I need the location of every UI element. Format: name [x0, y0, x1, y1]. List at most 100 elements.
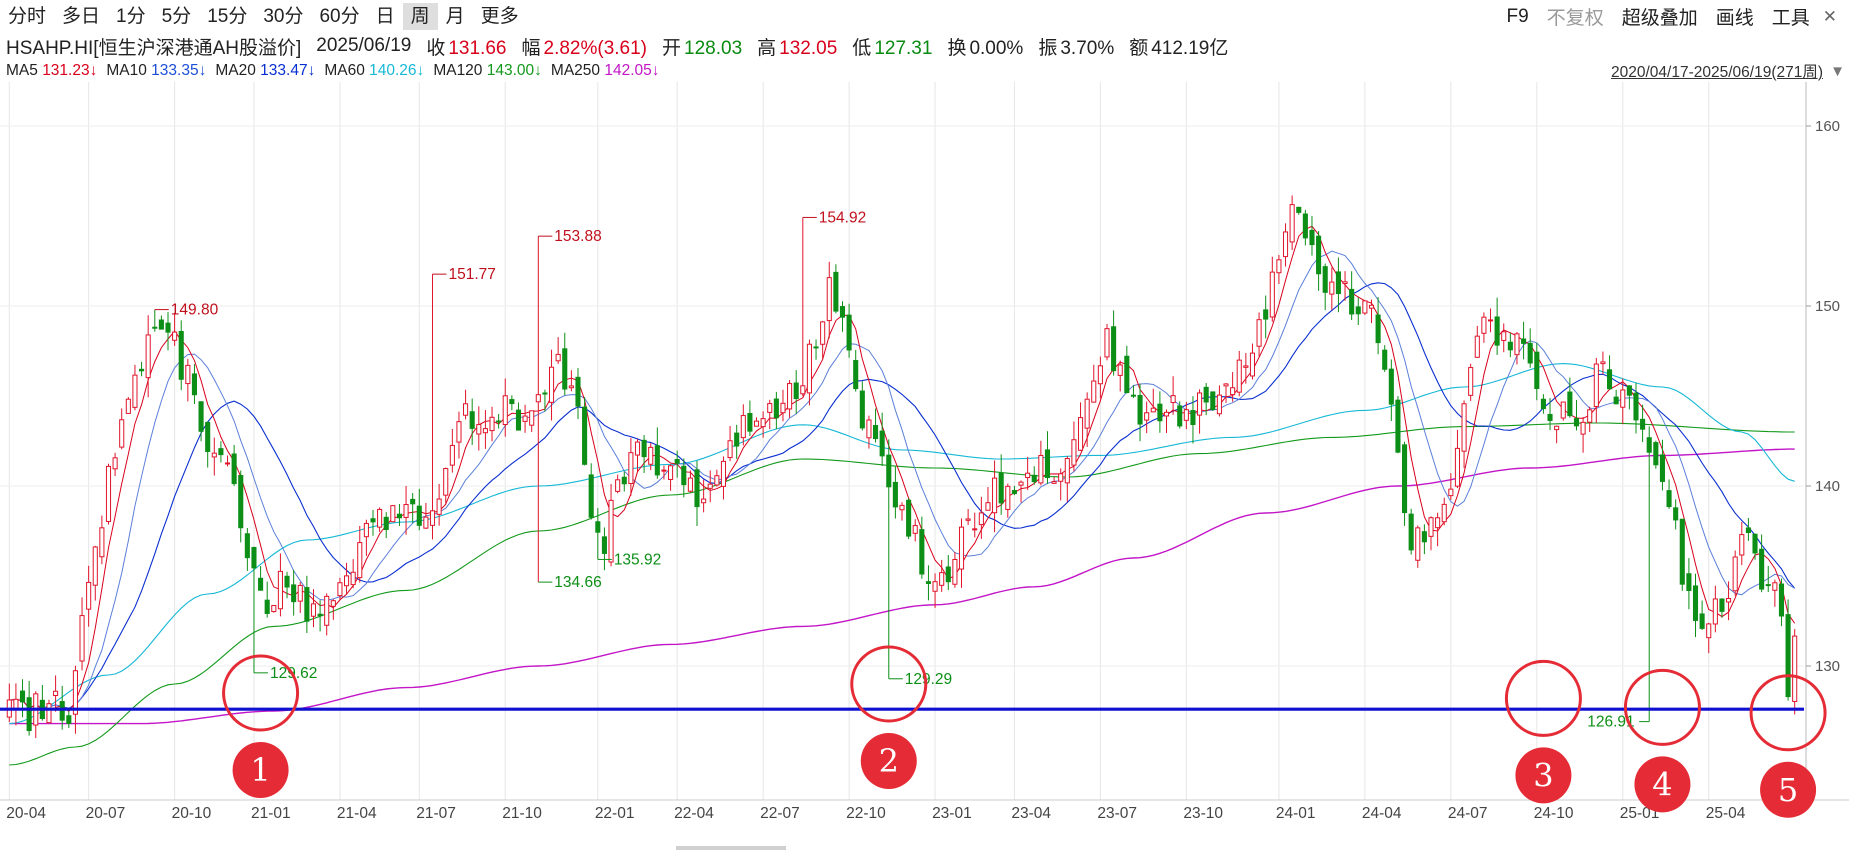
draw-line-button[interactable]: 画线: [1707, 3, 1763, 30]
candle: [727, 426, 733, 462]
candle-body-up: [1732, 556, 1738, 592]
f9-button[interactable]: F9: [1498, 6, 1538, 28]
candle: [1507, 333, 1513, 358]
tab-multi-day[interactable]: 多日: [54, 3, 108, 30]
tab-5min[interactable]: 5分: [154, 3, 200, 30]
tab-fenshi[interactable]: 分时: [0, 3, 54, 30]
candle: [1448, 473, 1454, 501]
candle-body-down: [198, 401, 204, 432]
tab-week[interactable]: 周: [402, 3, 438, 30]
annotation-circles: 1 2 3 4 5: [222, 645, 1827, 818]
candle-body-up: [1461, 403, 1467, 452]
candle-body-down: [859, 390, 865, 429]
candle: [1752, 533, 1758, 560]
tab-15min[interactable]: 15分: [199, 3, 255, 30]
candle: [403, 485, 409, 535]
tab-day[interactable]: 日: [368, 3, 403, 30]
kline-svg[interactable]: 130 140 150 160 20-04 20-07 20-10 21-01 21-04 21-…: [0, 82, 1849, 850]
candle: [310, 589, 317, 628]
candle-body-down: [165, 322, 171, 333]
tab-30min[interactable]: 30分: [255, 3, 311, 30]
candle: [1296, 206, 1302, 215]
open-label: 开: [662, 37, 682, 59]
candle: [1792, 629, 1798, 715]
candle: [1785, 599, 1791, 701]
candle: [469, 398, 475, 445]
candle-body-up: [1739, 534, 1745, 556]
candle-body-up: [1150, 407, 1156, 413]
adjust-button[interactable]: 不复权: [1538, 3, 1613, 30]
candle: [1084, 392, 1090, 447]
candle-body-down: [158, 319, 164, 330]
candle-body-up: [423, 516, 429, 529]
candle: [833, 264, 839, 314]
candle: [886, 439, 892, 679]
x-tick-label-24-04: 24-04: [1362, 805, 1402, 822]
candle-body-down: [1745, 527, 1751, 534]
candle: [264, 581, 270, 618]
candle-body-up: [899, 504, 905, 511]
candle: [668, 464, 674, 491]
candle-body-down: [813, 346, 819, 349]
candle: [1388, 359, 1394, 421]
ma10-name: MA10: [106, 62, 147, 79]
candle-body-up: [1216, 394, 1222, 415]
quote-bar: HSAHP.HI[恒生沪深港通AH股溢价] 2025/06/19 收 131.66…: [6, 32, 1243, 60]
candle: [932, 573, 938, 608]
candle-body-down: [945, 566, 951, 583]
candle: [1593, 357, 1599, 424]
ma60-value: 140.26↓: [369, 62, 425, 79]
candle-body-up: [1038, 454, 1044, 484]
x-tick-label-22-07: 22-07: [760, 805, 800, 822]
candle-body-down: [66, 715, 72, 724]
candle: [952, 552, 958, 588]
candle: [46, 699, 52, 724]
candle: [178, 320, 184, 391]
y-tick-label-140: 140: [1815, 478, 1840, 495]
candle: [1302, 209, 1308, 246]
kline-chart[interactable]: 130 140 150 160 20-04 20-07 20-10 21-01 21-04 21-…: [0, 82, 1849, 850]
tab-60min[interactable]: 60分: [311, 3, 367, 30]
candle: [787, 380, 793, 418]
candle-body-down: [1494, 316, 1500, 346]
candle-body-down: [1606, 369, 1613, 390]
candle-body-up: [1117, 364, 1123, 376]
close-label: 收: [426, 37, 446, 59]
candle: [13, 683, 19, 726]
candle-body-down: [641, 439, 647, 458]
candle: [429, 274, 436, 540]
candle-body-up: [1243, 365, 1249, 368]
candle: [1018, 480, 1024, 503]
grid-lines: [0, 82, 1804, 800]
highlight-circle: [1623, 668, 1701, 746]
candle: [363, 519, 369, 556]
candle: [139, 361, 145, 377]
x-tick-label-22-01: 22-01: [595, 805, 635, 822]
candle-body-up: [1018, 481, 1024, 486]
date-range[interactable]: 2020/04/17-2025/06/19(271周): [1611, 60, 1823, 82]
range-dropdown-icon[interactable]: ▼: [1830, 63, 1845, 80]
candle-body-up: [787, 383, 793, 410]
candle-body-up: [443, 468, 449, 496]
candle: [185, 358, 191, 402]
candle-body-up: [79, 615, 85, 662]
candle: [1322, 263, 1328, 311]
candle-body-down: [1699, 613, 1705, 629]
period-tabs: 分时 多日 1分 5分 15分 30分 60分 日 周 月 更多: [0, 0, 527, 33]
candle: [1560, 401, 1566, 421]
candle-body-down: [1203, 386, 1209, 403]
tab-month[interactable]: 月: [438, 3, 473, 30]
close-icon[interactable]: ✕: [1819, 7, 1841, 27]
close-value: 131.66: [448, 37, 507, 59]
tools-button[interactable]: 工具: [1763, 3, 1819, 30]
candle-body-up: [992, 477, 998, 514]
candle-body-up: [324, 595, 330, 626]
tab-1min[interactable]: 1分: [108, 3, 154, 30]
candle: [1216, 385, 1222, 417]
tab-more[interactable]: 更多: [473, 3, 527, 30]
overlay-button[interactable]: 超级叠加: [1613, 3, 1707, 30]
candle: [377, 507, 383, 532]
candle: [1382, 345, 1388, 372]
high-value: 132.05: [779, 37, 838, 59]
candle-body-down: [1210, 391, 1216, 410]
